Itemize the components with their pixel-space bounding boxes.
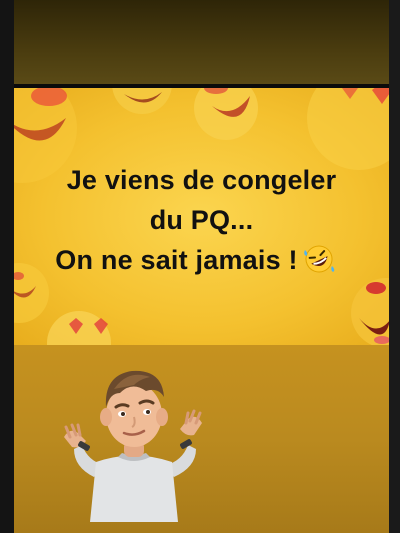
- caption-line-1: Je viens de congeler: [66, 165, 337, 195]
- heart-eyes-emoji-decoration: [307, 88, 389, 170]
- caption-line-3: On ne sait jamais !: [14, 240, 389, 280]
- story-bottom-area: [14, 345, 389, 533]
- caption-line-3-text: On ne sait jamais !: [55, 245, 298, 275]
- smiling-emoji-decoration: [112, 88, 172, 114]
- screen-edge: [389, 0, 400, 533]
- caption-line-2: du PQ...: [149, 205, 254, 235]
- laughing-emoji-decoration: [194, 88, 258, 140]
- meme-image: Je viens de congeler du PQ... On ne sait…: [14, 88, 389, 345]
- rolling-on-floor-laughing-emoji: [303, 245, 334, 273]
- top-gradient-area: [14, 0, 389, 84]
- heart-eyes-emoji-decoration: [47, 311, 111, 345]
- laughing-emoji-decoration: [351, 278, 389, 345]
- shrug-memoji-sticker: [64, 370, 202, 522]
- meme-caption: Je viens de congeler du PQ... On ne sait…: [14, 160, 389, 280]
- story-viewer[interactable]: Je viens de congeler du PQ... On ne sait…: [14, 0, 389, 533]
